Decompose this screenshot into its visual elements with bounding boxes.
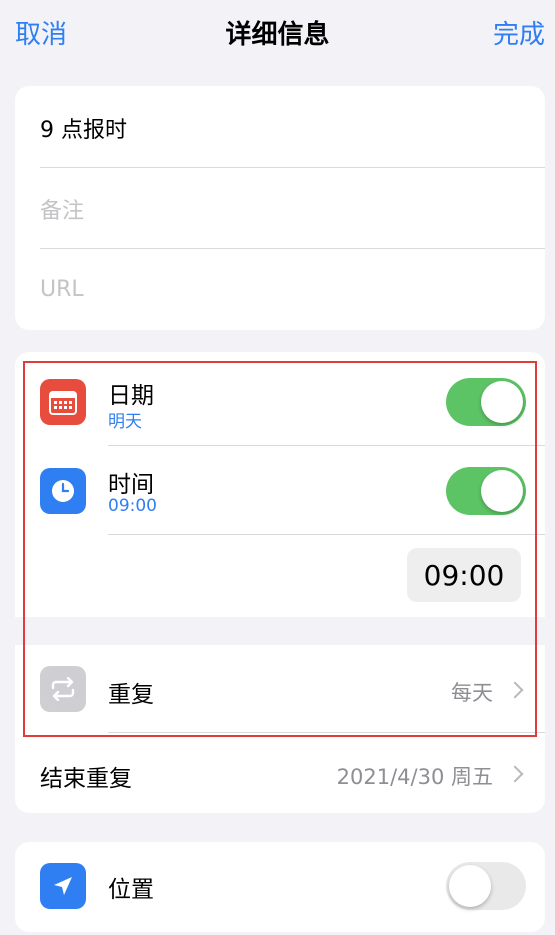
notes-field[interactable]: 备注 [40,193,84,225]
title-field[interactable]: 9 点报时 [40,112,127,144]
divider [40,167,545,168]
url-field[interactable]: URL [40,277,84,302]
divider [40,248,545,249]
done-button[interactable]: 完成 [493,14,545,51]
end-repeat-value[interactable]: 2021/4/30 周五 [337,761,493,791]
end-repeat-label: 结束重复 [40,766,132,792]
location-arrow-icon [40,863,86,909]
chevron-right-icon [506,765,524,783]
details-card: 9 点报时 备注 URL [15,86,545,330]
toggle-knob [449,865,491,907]
location-label: 位置 [108,877,154,903]
highlight-box [23,361,537,737]
location-toggle[interactable] [446,862,526,910]
location-card: 位置 [15,842,545,932]
page-title: 详细信息 [225,20,330,50]
